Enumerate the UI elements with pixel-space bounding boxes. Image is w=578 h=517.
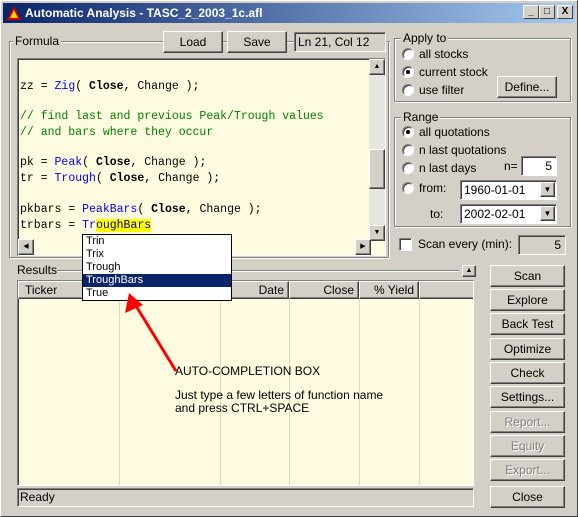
optimize-button-label: Optimize bbox=[503, 342, 552, 356]
close-button[interactable]: Close bbox=[490, 486, 565, 508]
optimize-button[interactable]: Optimize bbox=[490, 338, 565, 360]
scroll-down-icon[interactable]: ▼ bbox=[369, 225, 385, 241]
current-stock-radio[interactable] bbox=[402, 66, 414, 78]
results-label: Results bbox=[17, 263, 58, 277]
autocomplete-item[interactable]: Trough bbox=[83, 261, 231, 274]
scan-every-checkbox[interactable] bbox=[399, 238, 412, 251]
grid-divider bbox=[119, 299, 120, 485]
code-line-trough: tr = Trough( Close, Change ); bbox=[20, 172, 221, 185]
column-header-close[interactable]: Close bbox=[289, 281, 359, 299]
annotation-heading: AUTO-COMPLETION BOX bbox=[175, 364, 321, 378]
column-header-yield[interactable]: % Yield bbox=[359, 281, 419, 299]
column-date-label: Date bbox=[258, 283, 284, 297]
close-button-label: Close bbox=[512, 490, 543, 504]
check-button-label: Check bbox=[510, 366, 545, 380]
scroll-left-icon[interactable]: ◀ bbox=[18, 239, 34, 255]
range-title: Range bbox=[401, 110, 441, 124]
to-date-select[interactable]: 2002-02-01 ▼ bbox=[460, 204, 557, 224]
equity-button[interactable]: Equity bbox=[490, 435, 565, 457]
define-button[interactable]: Define... bbox=[497, 76, 557, 98]
n-last-quotations-label: n last quotations bbox=[419, 143, 507, 157]
scan-every-value[interactable]: 5 bbox=[518, 235, 566, 255]
code-line-zig: zz = Zig( Close, Change ); bbox=[20, 80, 200, 93]
settings-button[interactable]: Settings... bbox=[490, 386, 565, 408]
n-label: n= bbox=[504, 159, 518, 173]
n-last-days-radio[interactable] bbox=[402, 162, 414, 174]
formula-label: Formula bbox=[13, 34, 62, 48]
title-bar[interactable]: Automatic Analysis - TASC_2_2003_1c.afl bbox=[3, 3, 575, 23]
window-title: Automatic Analysis - TASC_2_2003_1c.afl bbox=[25, 6, 263, 20]
cursor-position: Ln 21, Col 12 bbox=[294, 32, 386, 52]
from-label: from: bbox=[419, 181, 447, 195]
code-comment-2: // and bars where they occur bbox=[20, 126, 214, 139]
save-button[interactable]: Save bbox=[227, 31, 287, 53]
chevron-down-icon[interactable]: ▼ bbox=[540, 206, 555, 221]
settings-button-label: Settings... bbox=[500, 390, 555, 404]
code-line-peakbars: pkbars = PeakBars( Close, Change ); bbox=[20, 203, 262, 216]
grid-divider bbox=[419, 299, 420, 485]
app-icon bbox=[7, 6, 21, 20]
formula-editor[interactable]: zz = Zig( Close, Change ); // find last … bbox=[17, 58, 386, 256]
all-stocks-label: all stocks bbox=[419, 47, 469, 61]
chevron-down-icon[interactable]: ▼ bbox=[540, 182, 555, 197]
report-button-label: Report... bbox=[504, 415, 551, 429]
maximize-button[interactable]: □ bbox=[539, 5, 555, 19]
scan-every-label: Scan every (min): bbox=[418, 237, 513, 251]
all-quotations-label: all quotations bbox=[419, 125, 490, 139]
results-table[interactable]: Ticker Date Close % Yield bbox=[17, 280, 474, 486]
equity-button-label: Equity bbox=[510, 439, 545, 453]
back-test-button[interactable]: Back Test bbox=[490, 313, 565, 335]
explore-button[interactable]: Explore bbox=[490, 289, 565, 311]
scan-button[interactable]: Scan bbox=[490, 265, 565, 287]
n-last-quotations-radio[interactable] bbox=[402, 144, 414, 156]
minimize-button[interactable]: _ bbox=[523, 5, 539, 19]
apply-to-title: Apply to bbox=[401, 31, 449, 45]
export-button-label: Export... bbox=[505, 463, 550, 477]
collapse-results-icon[interactable]: ▲ bbox=[462, 265, 476, 277]
scroll-up-icon[interactable]: ▲ bbox=[369, 59, 385, 75]
code-line-troughbars: trbars = TroughBars bbox=[20, 219, 152, 232]
automatic-analysis-window: Automatic Analysis - TASC_2_2003_1c.afl … bbox=[0, 0, 578, 517]
column-ticker-label: Ticker bbox=[25, 283, 58, 297]
status-bar: Ready bbox=[17, 488, 474, 507]
to-date-value: 2002-02-01 bbox=[464, 207, 526, 221]
code-comment-1: // find last and previous Peak/Trough va… bbox=[20, 110, 324, 123]
from-date-value: 1960-01-01 bbox=[464, 183, 526, 197]
scan-button-label: Scan bbox=[513, 269, 542, 283]
from-date-select[interactable]: 1960-01-01 ▼ bbox=[460, 180, 557, 200]
to-label: to: bbox=[430, 207, 444, 221]
all-stocks-radio[interactable] bbox=[402, 48, 414, 60]
annotation-line-2: and press CTRL+SPACE bbox=[175, 401, 310, 415]
annotation-line-1: Just type a few letters of function name bbox=[175, 388, 384, 402]
code-line-peak: pk = Peak( Close, Change ); bbox=[20, 156, 207, 169]
autocomplete-item[interactable]: Trin bbox=[83, 235, 231, 248]
use-filter-radio[interactable] bbox=[402, 84, 414, 96]
current-stock-label: current stock bbox=[419, 65, 488, 79]
scroll-thumb[interactable] bbox=[369, 149, 385, 189]
scroll-right-icon[interactable]: ▶ bbox=[355, 239, 371, 255]
n-last-days-label: n last days bbox=[419, 161, 477, 175]
n-value-input[interactable]: 5 bbox=[521, 156, 557, 176]
check-button[interactable]: Check bbox=[490, 362, 565, 384]
load-button-label: Load bbox=[179, 35, 207, 49]
load-button[interactable]: Load bbox=[163, 31, 223, 53]
editor-vertical-scrollbar[interactable]: ▲ ▼ bbox=[369, 59, 385, 241]
all-quotations-radio[interactable] bbox=[402, 126, 414, 138]
save-button-label: Save bbox=[243, 35, 271, 49]
annotation-arrow-icon bbox=[125, 293, 178, 372]
export-button[interactable]: Export... bbox=[490, 459, 565, 481]
column-header-filler bbox=[419, 281, 473, 299]
report-button[interactable]: Report... bbox=[490, 411, 565, 433]
column-close-label: Close bbox=[323, 283, 354, 297]
define-button-label: Define... bbox=[504, 80, 550, 94]
explore-button-label: Explore bbox=[507, 293, 548, 307]
autocomplete-item-selected[interactable]: TroughBars bbox=[83, 274, 231, 287]
back-test-button-label: Back Test bbox=[501, 317, 554, 331]
column-yield-label: % Yield bbox=[373, 283, 414, 297]
close-window-button[interactable]: X bbox=[557, 5, 573, 19]
autocomplete-item[interactable]: Trix bbox=[83, 248, 231, 261]
use-filter-label: use filter bbox=[419, 83, 465, 97]
from-radio[interactable] bbox=[402, 182, 414, 194]
